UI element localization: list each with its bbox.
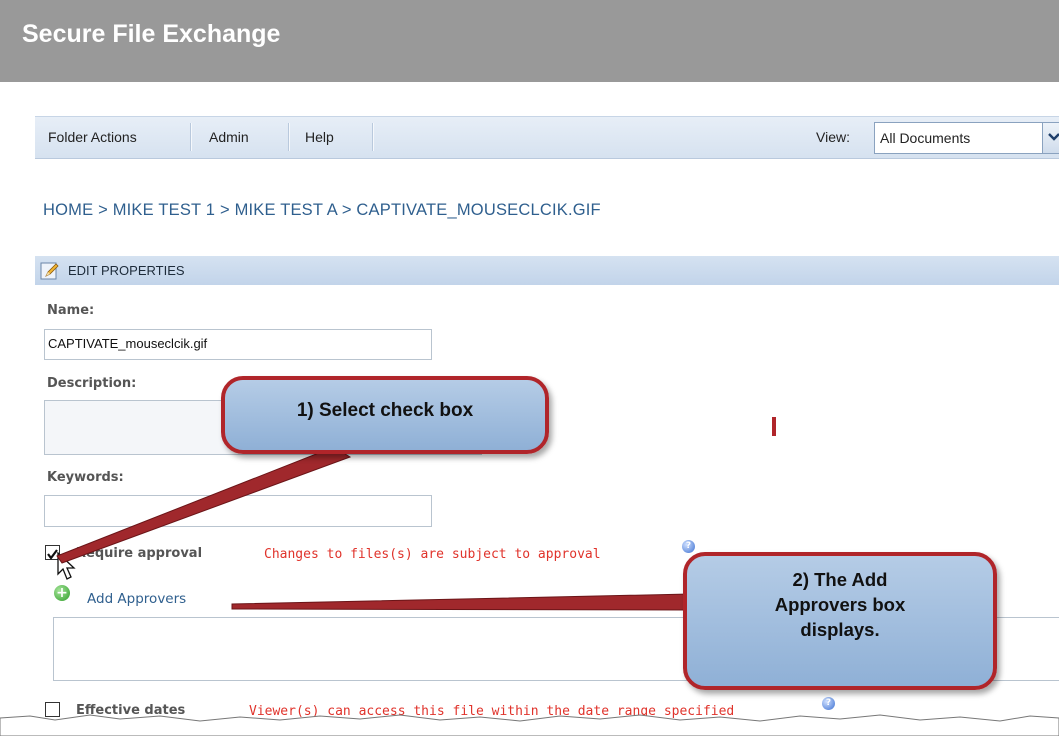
callout-two-line2: Approvers box (774, 594, 906, 615)
callout-two-line1: 2) The Add (792, 569, 888, 590)
callout-select-checkbox: 1) Select check box (221, 376, 549, 454)
screenshot-frame: Secure File Exchange Folder Actions Admi… (0, 0, 1059, 736)
callout-two-line3: displays. (800, 619, 880, 640)
callout-one-text: 1) Select check box (296, 400, 474, 421)
torn-edge (0, 714, 1059, 736)
callout-approvers-box: 2) The Add Approvers box displays. (683, 552, 997, 690)
